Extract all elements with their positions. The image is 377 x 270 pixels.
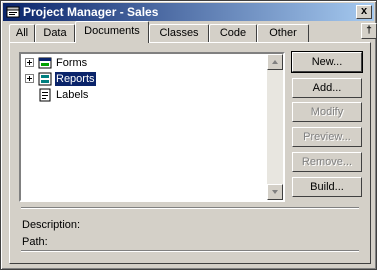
- close-button[interactable]: x: [356, 5, 372, 19]
- tree-item-label: Reports: [54, 71, 97, 87]
- tab-other[interactable]: Other: [257, 24, 309, 42]
- label-icon: [39, 88, 51, 102]
- description-label: Description:: [22, 219, 81, 231]
- scroll-down-button[interactable]: [267, 184, 283, 200]
- project-icon: [6, 6, 20, 18]
- tab-code[interactable]: Code: [209, 24, 257, 42]
- tab-documents[interactable]: Documents: [75, 21, 149, 43]
- tab-scroll-button[interactable]: †: [361, 23, 377, 39]
- project-manager-window: Project Manager - Sales x All Data Docum…: [0, 0, 377, 270]
- tab-scroll-icon: †: [366, 25, 372, 36]
- tab-strip: All Data Documents Classes Code Other †: [9, 21, 377, 43]
- add-button[interactable]: Add...: [292, 78, 362, 98]
- expand-icon[interactable]: [25, 58, 34, 67]
- tree-item-reports[interactable]: Reports: [23, 71, 263, 87]
- form-icon: [38, 57, 52, 69]
- arrow-up-icon: [272, 60, 278, 64]
- preview-button[interactable]: Preview...: [292, 127, 362, 147]
- new-button[interactable]: New...: [291, 51, 363, 73]
- documents-panel: Forms Reports Labels New... Add... Modif…: [9, 42, 371, 264]
- tab-classes[interactable]: Classes: [149, 24, 209, 42]
- tree-item-label: Labels: [56, 89, 89, 101]
- modify-button[interactable]: Modify: [292, 102, 362, 122]
- remove-button[interactable]: Remove...: [292, 152, 362, 172]
- vertical-scrollbar[interactable]: [267, 54, 283, 200]
- tab-data[interactable]: Data: [35, 24, 75, 42]
- build-button[interactable]: Build...: [292, 177, 362, 197]
- scroll-up-button[interactable]: [267, 54, 283, 70]
- path-label: Path:: [22, 236, 48, 248]
- tree-item-forms[interactable]: Forms: [23, 56, 263, 70]
- tree-item-label: Forms: [56, 57, 88, 69]
- window-title: Project Manager - Sales: [23, 5, 159, 19]
- expand-icon[interactable]: [25, 74, 34, 83]
- divider: [21, 207, 359, 209]
- documents-tree[interactable]: Forms Reports Labels: [19, 52, 285, 202]
- tab-all[interactable]: All: [9, 24, 35, 42]
- title-bar[interactable]: Project Manager - Sales x: [3, 3, 374, 21]
- tree-item-labels[interactable]: Labels: [23, 88, 263, 102]
- report-icon: [38, 72, 52, 86]
- arrow-down-icon: [272, 190, 278, 194]
- divider: [21, 250, 359, 252]
- close-icon: x: [360, 5, 368, 17]
